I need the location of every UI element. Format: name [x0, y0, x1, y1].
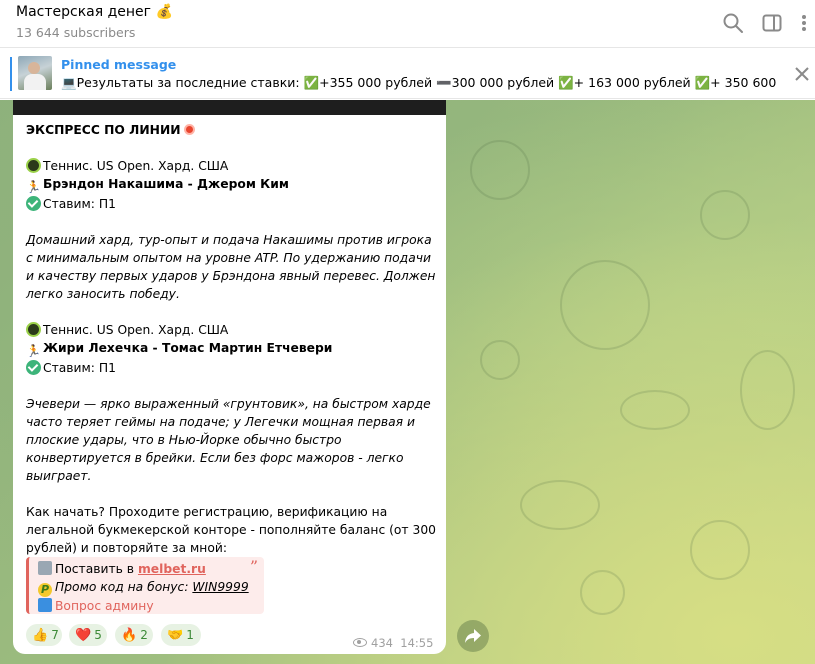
bet1-pick: Ставим: П1	[26, 195, 438, 213]
sidebar-toggle-icon[interactable]	[761, 12, 783, 34]
bet2-sport: Теннис. US Open. Хард. США	[26, 321, 438, 339]
more-vertical-icon[interactable]	[797, 12, 811, 34]
chat-header: Мастерская денег 💰 13 644 subscribers	[0, 0, 815, 48]
view-count: 434	[371, 636, 393, 650]
runner-icon: 🏃	[26, 180, 41, 194]
reaction-handshake[interactable]: 🤝 1	[161, 624, 201, 646]
bet2-pick: Ставим: П1	[26, 359, 438, 377]
pinned-label: Pinned message	[61, 57, 177, 72]
promo-line: P Промо код на бонус: WIN9999	[38, 578, 264, 597]
check-icon	[26, 196, 41, 211]
bet-link-line: Поставить в melbet.ru	[38, 560, 264, 578]
tennis-icon	[26, 158, 41, 173]
bet2-analysis: Эчевери — ярко выраженный «грунтовик», н…	[26, 397, 431, 483]
p-coin-icon: P	[38, 583, 52, 597]
runner-icon: 🏃	[26, 344, 41, 358]
search-icon[interactable]	[722, 12, 744, 34]
bet1-sport: Теннис. US Open. Хард. США	[26, 157, 438, 175]
tennis-icon	[26, 322, 41, 337]
reaction-thumbs-up[interactable]: 👍 7	[26, 624, 62, 646]
message-time: 14:55	[400, 636, 434, 650]
channel-name: Мастерская денег	[16, 4, 152, 20]
quote-block: ” Поставить в melbet.ru P Промо код на бо…	[26, 557, 264, 614]
pinned-text: 💻Результаты за последние ставки: ✅+355 0…	[61, 75, 781, 90]
promo-code[interactable]: WIN9999	[192, 580, 248, 594]
envelope-icon	[38, 598, 52, 612]
money-bag-emoji: 💰	[155, 4, 173, 20]
share-button[interactable]	[457, 620, 489, 652]
red-circle-icon	[183, 124, 195, 135]
message-heading: ЭКСПРЕСС ПО ЛИНИИ	[26, 121, 438, 139]
channel-title[interactable]: Мастерская денег 💰	[16, 4, 173, 20]
admin-link[interactable]: Вопрос админу	[55, 599, 154, 613]
melbet-link[interactable]: melbet.ru	[138, 562, 206, 576]
message-text: ЭКСПРЕСС ПО ЛИНИИ Теннис. US Open. Хард.…	[26, 121, 438, 557]
check-icon	[26, 360, 41, 375]
bet1-analysis: Домашний хард, тур-опыт и подача Накашим…	[26, 233, 436, 301]
reaction-fire[interactable]: 🔥 2	[115, 624, 153, 646]
admin-line: Вопрос админу	[38, 597, 264, 615]
pinned-indicator	[10, 57, 12, 91]
message-bubble: ЭКСПРЕСС ПО ЛИНИИ Теннис. US Open. Хард.…	[13, 100, 446, 654]
pinned-message-bar[interactable]: Pinned message 💻Результаты за последние …	[0, 49, 815, 99]
close-icon[interactable]	[793, 65, 811, 83]
laptop-icon	[38, 561, 52, 575]
eye-icon	[353, 638, 367, 647]
bet1-match: 🏃 Брэндон Накашима - Джером Ким	[26, 177, 289, 194]
chat-background: ЭКСПРЕСС ПО ЛИНИИ Теннис. US Open. Хард.…	[0, 100, 815, 664]
quote-icon: ”	[249, 557, 258, 576]
bet2-match: 🏃 Жири Лехечка - Томас Мартин Етчевери	[26, 341, 333, 358]
pinned-thumbnail	[18, 56, 52, 90]
reaction-heart[interactable]: ❤️ 5	[69, 624, 107, 646]
message-meta: 434 14:55	[353, 636, 433, 650]
media-preview[interactable]	[13, 100, 446, 115]
forward-arrow-icon	[465, 629, 481, 643]
subscriber-count: 13 644 subscribers	[16, 25, 136, 40]
cta-text: Как начать? Проходите регистрацию, вериф…	[26, 505, 436, 555]
